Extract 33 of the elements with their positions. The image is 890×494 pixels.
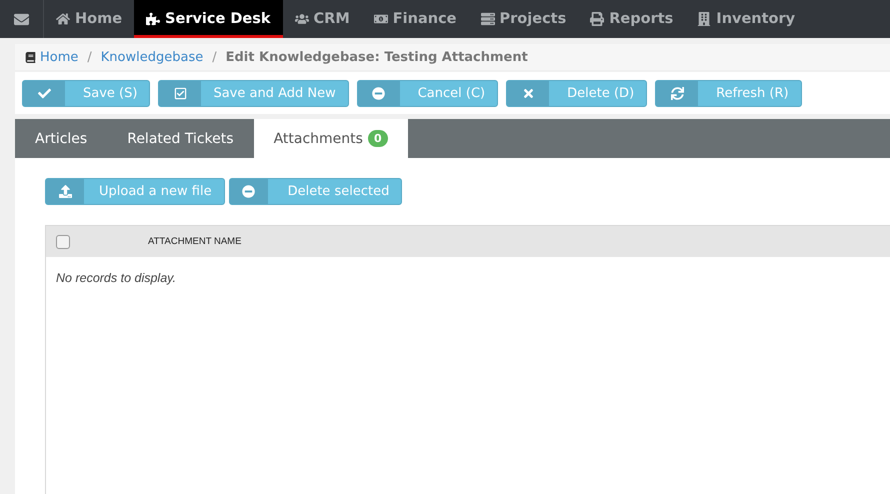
envelope-icon[interactable] — [14, 12, 29, 26]
nav-tab[interactable]: Service Desk — [134, 0, 283, 38]
breadcrumb-separator: / — [212, 50, 217, 64]
building-icon — [697, 12, 712, 26]
breadcrumb-separator: / — [87, 50, 92, 64]
server-icon — [480, 12, 495, 26]
tab[interactable]: Attachments 0 — [254, 119, 408, 158]
breadcrumb-current: Edit Knowledgebase: Testing Attachment — [226, 50, 528, 64]
checkbox-icon — [174, 87, 187, 100]
tab[interactable]: Articles — [15, 119, 108, 158]
tab[interactable]: Related Tickets — [107, 119, 254, 158]
close-icon — [522, 87, 535, 100]
count-badge: 0 — [368, 130, 388, 147]
checkmark-icon — [38, 87, 50, 100]
breadcrumb-link[interactable]: Knowledgebase — [100, 50, 204, 64]
puzzle-icon — [146, 12, 160, 26]
nav-tab[interactable]: Inventory — [685, 0, 808, 38]
nav-tab[interactable]: Reports — [578, 0, 686, 38]
empty-message: No records to display. — [55, 270, 177, 287]
printer-icon — [590, 12, 604, 26]
upload-icon — [58, 185, 72, 198]
nav-tab[interactable]: CRM — [282, 0, 362, 38]
book-icon — [25, 52, 36, 62]
nav-tab[interactable]: Finance — [362, 0, 469, 38]
home-icon — [56, 12, 70, 26]
column-header: ATTACHMENT NAME — [148, 236, 242, 247]
banknote-icon — [374, 12, 388, 26]
refresh-icon — [670, 87, 684, 100]
breadcrumb-link[interactable]: Home — [25, 50, 78, 64]
nav-tab[interactable]: Home — [44, 0, 134, 38]
users-icon — [294, 12, 309, 26]
nav-tab[interactable]: Projects — [468, 0, 578, 38]
select-all-checkbox[interactable] — [56, 234, 70, 248]
